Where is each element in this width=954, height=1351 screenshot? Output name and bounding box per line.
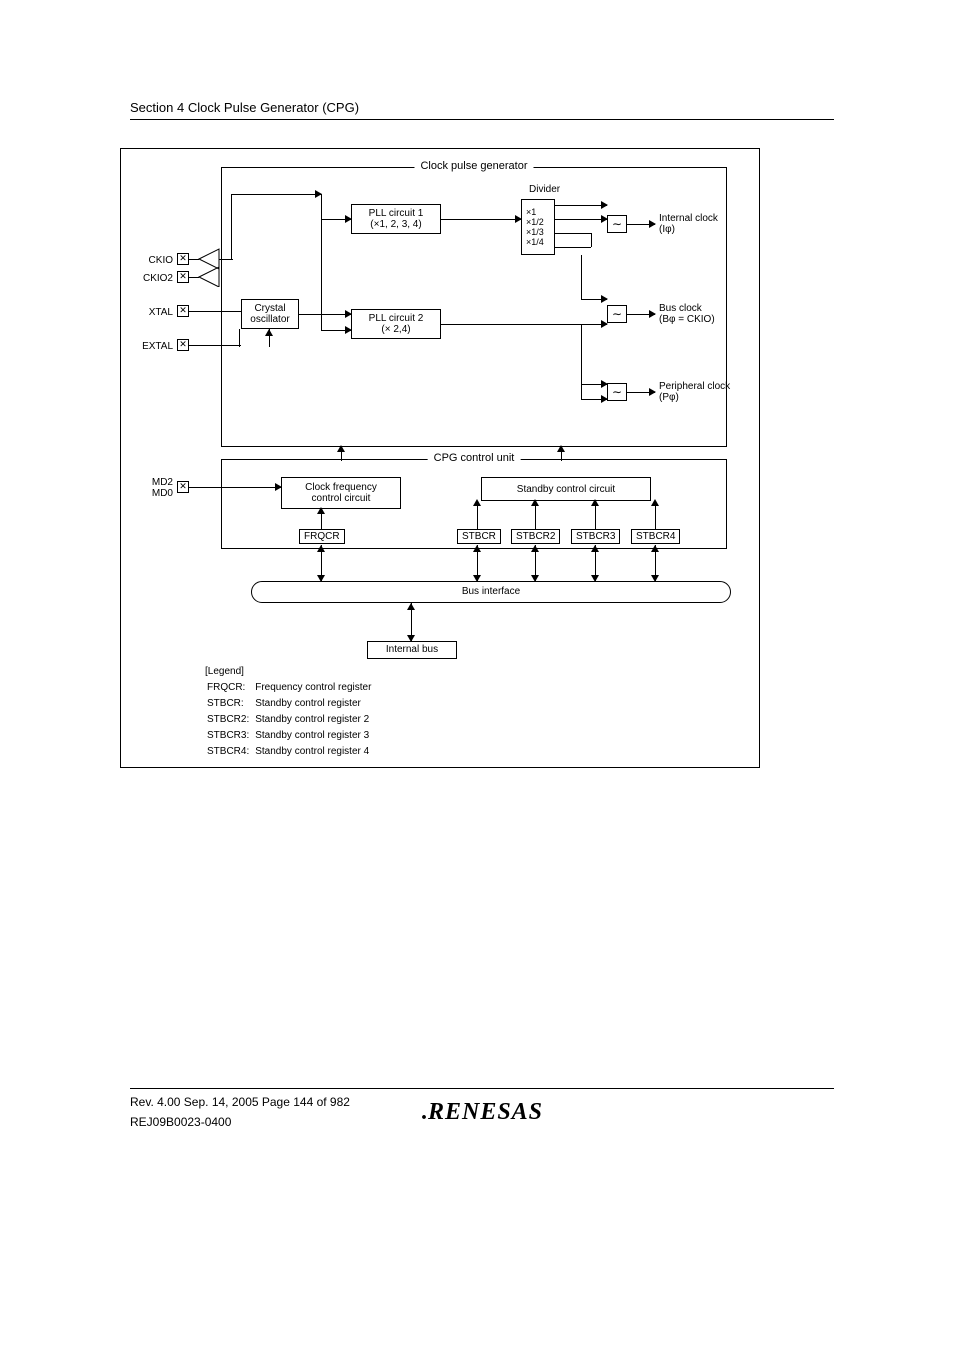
legend-row: FRQCR:Frequency control register bbox=[207, 681, 375, 695]
pin-label-ckio: CKIO bbox=[127, 255, 173, 266]
buffer-triangles-icon bbox=[197, 247, 227, 287]
cpg-title: Clock pulse generator bbox=[414, 160, 533, 172]
divider-label: Divider bbox=[529, 184, 560, 195]
pin-label-extal: EXTAL bbox=[127, 341, 173, 352]
pin-pad-ckio bbox=[177, 253, 189, 265]
internal-clock-label: Internal clock(Iφ) bbox=[659, 213, 718, 235]
divider-block: ×1 ×1/2 ×1/3 ×1/4 bbox=[521, 199, 555, 255]
pll-circuit-1-block: PLL circuit 1 (×1, 2, 3, 4) bbox=[351, 204, 441, 234]
cpg-control-unit-title: CPG control unit bbox=[428, 452, 521, 464]
legend-row: STBCR2:Standby control register 2 bbox=[207, 713, 375, 727]
section-header: Section 4 Clock Pulse Generator (CPG) bbox=[130, 100, 834, 120]
pin-pad-ckio2 bbox=[177, 271, 189, 283]
renesas-logo: .RENESAS bbox=[421, 1099, 543, 1126]
wave-icon: ∼ bbox=[607, 383, 627, 401]
crystal-oscillator-block: Crystal oscillator bbox=[241, 299, 299, 329]
register-stbcr: STBCR bbox=[457, 529, 501, 544]
register-stbcr4: STBCR4 bbox=[631, 529, 680, 544]
peripheral-clock-label: Peripheral clock(Pφ) bbox=[659, 381, 730, 403]
legend-row: STBCR3:Standby control register 3 bbox=[207, 729, 375, 743]
clock-frequency-control-circuit: Clock frequency control circuit bbox=[281, 477, 401, 509]
pll-circuit-2-block: PLL circuit 2 (× 2,4) bbox=[351, 309, 441, 339]
legend: [Legend] FRQCR:Frequency control registe… bbox=[205, 665, 377, 761]
internal-bus: Internal bus bbox=[367, 641, 457, 659]
legend-row: STBCR4:Standby control register 4 bbox=[207, 745, 375, 759]
pin-label-ckio2: CKIO2 bbox=[127, 273, 173, 284]
bus-clock-label: Bus clock(Bφ = CKIO) bbox=[659, 303, 715, 325]
pin-pad-extal bbox=[177, 339, 189, 351]
page-footer: Rev. 4.00 Sep. 14, 2005 Page 144 of 982 … bbox=[130, 1088, 834, 1129]
pin-label-md: MD2MD0 bbox=[127, 477, 173, 499]
wave-icon: ∼ bbox=[607, 305, 627, 323]
pin-pad-xtal bbox=[177, 305, 189, 317]
bus-interface: Bus interface bbox=[251, 581, 731, 603]
pin-pad-md bbox=[177, 481, 189, 493]
register-stbcr2: STBCR2 bbox=[511, 529, 560, 544]
legend-row: STBCR:Standby control register bbox=[207, 697, 375, 711]
register-stbcr3: STBCR3 bbox=[571, 529, 620, 544]
register-frqcr: FRQCR bbox=[299, 529, 345, 544]
wave-icon: ∼ bbox=[607, 215, 627, 233]
pin-label-xtal: XTAL bbox=[127, 307, 173, 318]
standby-control-circuit: Standby control circuit bbox=[481, 477, 651, 501]
cpg-block-diagram: Clock pulse generator CPG control unit C… bbox=[120, 148, 760, 768]
